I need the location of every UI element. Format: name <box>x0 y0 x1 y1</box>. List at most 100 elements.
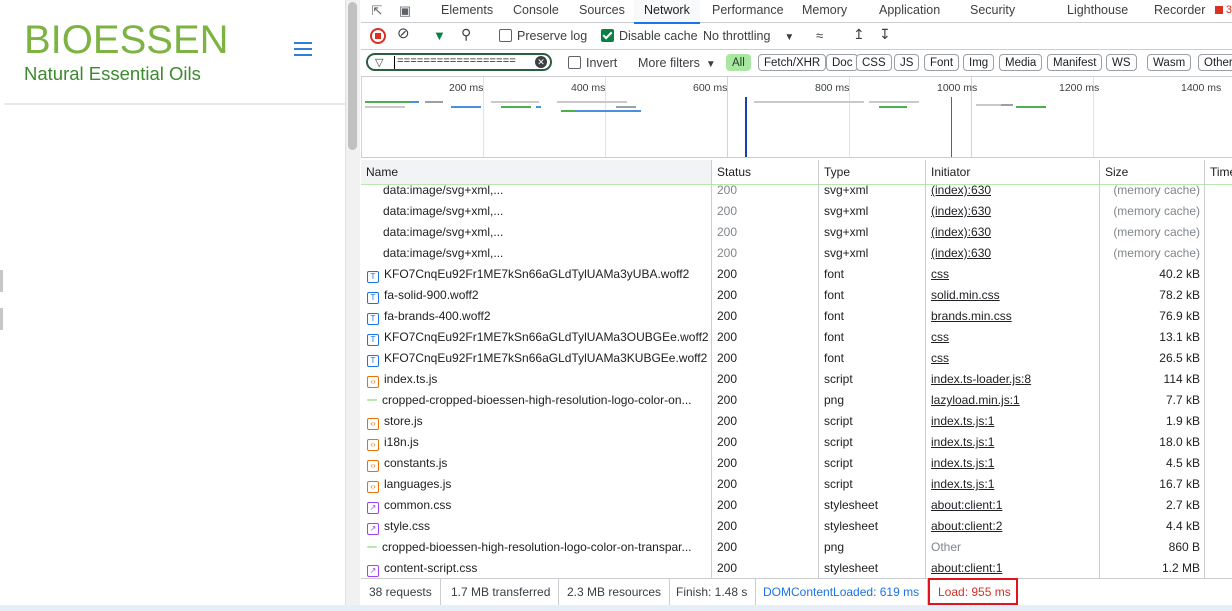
table-row[interactable]: ‹› store.js 200 script index.ts.js:1 1.9 kB <box>361 411 1232 432</box>
request-name[interactable]: ↗ content-script.css <box>361 558 712 578</box>
request-name[interactable]: ‹› languages.js <box>361 474 712 495</box>
device-toolbar-icon[interactable]: ▣ <box>397 3 413 19</box>
request-initiator[interactable]: css <box>926 264 1100 285</box>
request-name[interactable]: data:image/svg+xml,... <box>361 222 712 243</box>
filter-chip-img[interactable]: Img <box>963 54 995 71</box>
clear-icon[interactable]: ⊘ <box>397 26 410 42</box>
request-name[interactable]: ↗ common.css <box>361 495 712 516</box>
request-name[interactable]: T KFO7CnqEu92Fr1ME7kSn66aGLdTylUAMa3KUBGE… <box>361 348 712 369</box>
table-row[interactable]: data:image/svg+xml,... 200 svg+xml (index):… <box>361 201 1232 222</box>
tab-recorder[interactable]: Recorder <box>1144 0 1215 22</box>
request-name[interactable]: Tfa-solid-900.woff2 <box>361 285 712 306</box>
error-badge[interactable]: 3 <box>1214 4 1232 16</box>
import-har-icon[interactable]: ↥ <box>853 26 865 42</box>
request-initiator[interactable]: index.ts.js:1 <box>926 474 1100 495</box>
table-row[interactable]: T KFO7CnqEu92Fr1ME7kSn66aGLdTylUAMa3OUBGE… <box>361 327 1232 348</box>
tab-memory[interactable]: Memory <box>792 0 857 22</box>
request-name[interactable]: ‹› store.js <box>361 411 712 432</box>
table-row[interactable]: data:image/svg+xml,... 200 svg+xml (index):… <box>361 243 1232 264</box>
table-row[interactable]: ↗ common.css 200 stylesheet about:client:1 2.… <box>361 495 1232 516</box>
filter-funnel-icon[interactable]: ▼ <box>433 28 446 44</box>
request-initiator[interactable]: about:client:1 <box>926 495 1100 516</box>
table-row[interactable]: ‹› index.ts.js 200 script index.ts-loader.js… <box>361 369 1232 390</box>
request-name[interactable]: ‹› constants.js <box>361 453 712 474</box>
request-initiator[interactable]: about:client:1 <box>926 558 1100 578</box>
export-har-icon[interactable]: ↧ <box>879 26 891 42</box>
column-name[interactable]: Name <box>361 160 712 184</box>
request-initiator[interactable]: css <box>926 327 1100 348</box>
filter-chip-js[interactable]: JS <box>894 54 920 71</box>
table-row[interactable]: ‹› constants.js 200 script index.ts.js:1 4.5 … <box>361 453 1232 474</box>
site-logo[interactable]: BIOESSEN <box>24 20 229 60</box>
table-row[interactable]: ‹› languages.js 200 script index.ts.js:1 16.7… <box>361 474 1232 495</box>
column-time[interactable]: Time <box>1205 160 1232 184</box>
table-row[interactable]: ↗ style.css 200 stylesheet about:client:2 4.4… <box>361 516 1232 537</box>
filter-chip-ws[interactable]: WS <box>1106 54 1137 71</box>
request-name[interactable]: ‹› index.ts.js <box>361 369 712 390</box>
search-icon[interactable]: ⚲ <box>461 26 471 42</box>
throttling-select[interactable]: No throttling ▼ <box>703 28 794 44</box>
network-conditions-icon[interactable]: ≈ <box>816 28 823 44</box>
request-name[interactable]: data:image/svg+xml,... <box>361 201 712 222</box>
filter-chip-media[interactable]: Media <box>999 54 1043 71</box>
request-name[interactable]: Tfa-brands-400.woff2 <box>361 306 712 327</box>
request-initiator[interactable]: index.ts-loader.js:8 <box>926 369 1100 390</box>
table-row[interactable]: cropped-bioessen-high-resolution-logo-co… <box>361 537 1232 558</box>
table-row[interactable]: ↗ content-script.css 200 stylesheet about:cl… <box>361 558 1232 578</box>
request-name[interactable]: T KFO7CnqEu92Fr1ME7kSn66aGLdTylUAMa3OUBGE… <box>361 327 712 348</box>
tab-network[interactable]: Network <box>634 0 700 24</box>
page-scrollbar[interactable] <box>345 0 360 611</box>
request-initiator[interactable]: solid.min.css <box>926 285 1100 306</box>
filter-chip-css[interactable]: CSS <box>856 54 892 71</box>
request-initiator[interactable]: index.ts.js:1 <box>926 411 1100 432</box>
request-name[interactable]: ‹› i18n.js <box>361 432 712 453</box>
request-initiator[interactable]: (index):630 <box>926 201 1100 222</box>
tab-performance[interactable]: Performance <box>702 0 794 22</box>
request-name[interactable]: cropped-bioessen-high-resolution-logo-co… <box>361 537 712 558</box>
inspect-element-icon[interactable]: ⇱ <box>369 3 385 19</box>
filter-chip-font[interactable]: Font <box>924 54 960 71</box>
menu-icon[interactable] <box>294 42 312 56</box>
disable-cache-checkbox[interactable]: Disable cache <box>601 28 698 44</box>
request-name[interactable]: data:image/svg+xml,... <box>361 184 712 201</box>
column-size[interactable]: Size <box>1100 160 1205 184</box>
filter-input[interactable]: ▽ ================== ✕ <box>366 53 552 71</box>
request-initiator[interactable]: about:client:2 <box>926 516 1100 537</box>
clear-filter-icon[interactable]: ✕ <box>535 56 547 68</box>
table-row[interactable]: Tfa-solid-900.woff2 200 font solid.min.css 7… <box>361 285 1232 306</box>
filter-chip-manifest[interactable]: Manifest <box>1047 54 1103 71</box>
tab-application[interactable]: Application <box>869 0 950 22</box>
more-filters-dropdown[interactable]: More filters ▼ <box>638 55 716 71</box>
request-initiator[interactable]: css <box>926 348 1100 369</box>
request-initiator[interactable]: index.ts.js:1 <box>926 432 1100 453</box>
table-row[interactable]: ‹› i18n.js 200 script index.ts.js:1 18.0 kB <box>361 432 1232 453</box>
filter-chip-wasm[interactable]: Wasm <box>1147 54 1192 71</box>
column-type[interactable]: Type <box>819 160 926 184</box>
invert-box[interactable] <box>568 56 581 69</box>
preserve-log-checkbox[interactable]: Preserve log <box>499 28 587 44</box>
filter-chip-other[interactable]: Other <box>1198 54 1232 71</box>
tab-lighthouse[interactable]: Lighthouse <box>1057 0 1138 22</box>
request-name[interactable]: cropped-cropped-bioessen-high-resolution… <box>361 390 712 411</box>
request-name[interactable]: data:image/svg+xml,... <box>361 243 712 264</box>
table-row[interactable]: Tfa-brands-400.woff2 200 font brands.min.cs… <box>361 306 1232 327</box>
request-initiator[interactable]: Other <box>926 537 1100 558</box>
table-row[interactable]: T KFO7CnqEu92Fr1ME7kSn66aGLdTylUAMa3yUBA.… <box>361 264 1232 285</box>
filter-chip-doc[interactable]: Doc <box>826 54 859 71</box>
record-stop-icon[interactable] <box>370 28 386 44</box>
filter-chip-all[interactable]: All <box>726 54 751 71</box>
request-initiator[interactable]: lazyload.min.js:1 <box>926 390 1100 411</box>
table-row[interactable]: cropped-cropped-bioessen-high-resolution… <box>361 390 1232 411</box>
request-name[interactable]: T KFO7CnqEu92Fr1ME7kSn66aGLdTylUAMa3yUBA.… <box>361 264 712 285</box>
preserve-log-box[interactable] <box>499 29 512 42</box>
invert-checkbox[interactable]: Invert <box>568 55 617 71</box>
disable-cache-box[interactable] <box>601 29 614 42</box>
request-name[interactable]: ↗ style.css <box>361 516 712 537</box>
tab-elements[interactable]: Elements <box>431 0 503 22</box>
tab-console[interactable]: Console <box>503 0 569 22</box>
request-initiator[interactable]: (index):630 <box>926 243 1100 264</box>
filter-chip-fetchxhr[interactable]: Fetch/XHR <box>758 54 827 71</box>
request-initiator[interactable]: index.ts.js:1 <box>926 453 1100 474</box>
column-status[interactable]: Status <box>712 160 819 184</box>
request-initiator[interactable]: (index):630 <box>926 184 1100 201</box>
